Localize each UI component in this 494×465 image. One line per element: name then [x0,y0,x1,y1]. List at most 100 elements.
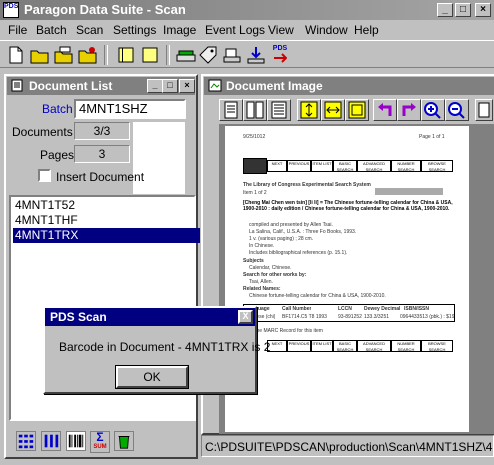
pane-minimize-button[interactable]: _ [147,79,163,93]
loc-logo [243,158,267,174]
pds-badge-arrow-icon [274,53,288,63]
batch-label: Batch [42,102,73,116]
text-view-icon[interactable] [267,99,291,121]
page-number: Page 1 of 1 [419,134,445,140]
app-titlebar: PDS Paragon Data Suite - Scan _ □ × [0,0,494,20]
record-title: [Cheng Mai Chen wen tsin] [li li] = The … [243,200,453,212]
nav-browse-search: BROWSE SEARCH [421,340,453,352]
menu-bar: File Batch Scan Settings Image Event Log… [0,20,494,40]
pds-scan-dialog: PDS Scan X Barcode in Document - 4MNT1TR… [43,306,270,394]
search-other-value: Tsai, Allen. [249,279,273,285]
record-line-1: compiled and presented by Allen Tsai. [249,222,333,228]
single-page-view-icon[interactable] [219,99,243,121]
grey-button [375,188,443,195]
document-image-icon [208,79,222,92]
recycle-bin-icon[interactable] [114,431,134,451]
fit-width-icon[interactable] [321,99,345,121]
insert-document-checkbox[interactable] [38,169,51,182]
yellow-page-icon[interactable] [116,45,136,65]
menu-batch[interactable]: Batch [36,23,67,37]
blank-page-icon[interactable] [140,45,160,65]
record-line-2: La Salina, Calif., U.S.A. : Three Fo Boo… [249,229,357,235]
document-list-pane: Document List _ □ × Batch 4MNT1SHZ Docum… [4,74,200,459]
new-document-icon[interactable] [6,45,26,65]
columns-view-icon[interactable] [41,431,61,451]
main-toolbar: PDS [0,40,494,68]
menu-event-logs[interactable]: Event Logs [205,23,265,37]
table-header-dewey: Dewey Decimal [364,306,401,312]
pane-maximize-button[interactable]: □ [162,79,178,93]
status-bar: C:\PDSUITE\PDSCAN\production\Scan\4MNT1S… [201,435,494,457]
maximize-button[interactable]: □ [455,3,471,17]
documents-count: 3/3 [74,122,130,140]
related-label: Related Names: [243,286,281,292]
nav-previous: PREVIOUS [287,340,311,352]
dialog-close-button[interactable]: X [238,310,253,324]
actual-size-icon[interactable] [345,99,369,121]
nav-basic-search: BASIC SEARCH [333,340,357,352]
table-header-isbn: ISBN/ISSN [404,306,430,312]
menu-image[interactable]: Image [163,23,196,37]
scanner-icon[interactable] [176,45,196,65]
menu-help[interactable]: Help [354,23,379,37]
open-folder-icon[interactable] [30,45,50,65]
nav-item-list: ITEM LIST [311,160,333,172]
table-cell: BF1714.C5 T8 1993 [282,314,327,320]
nav-banner-top: NEXT PREVIOUS ITEM LIST BASIC SEARCH ADV… [243,158,455,174]
nav-previous: PREVIOUS [287,160,311,172]
scan-batch-icon[interactable] [222,45,242,65]
nav-number-search: NUMBER SEARCH [391,340,421,352]
barcode-icon[interactable] [66,431,86,451]
record-line-5: Includes bibliographical references (p. … [249,250,348,256]
nav-advanced-search: ADVANCED SEARCH [357,160,391,172]
fit-height-icon[interactable] [297,99,321,121]
document-image-titlebar: Document Image [204,77,494,95]
nav-basic-search: BASIC SEARCH [333,160,357,172]
scanned-page[interactable]: 9/25/1012 Page 1 of 1 NEXT PREVIOUS ITEM… [225,126,469,432]
dialog-titlebar: PDS Scan X [45,308,255,326]
open-scan-folder-icon[interactable] [78,45,98,65]
subjects-label: Subjects [243,258,264,264]
menu-view[interactable]: View [268,23,294,37]
close-button[interactable]: × [475,3,491,17]
menu-window[interactable]: Window [305,23,348,37]
sum-icon[interactable]: Σ SUM [90,431,110,453]
rotate-right-icon[interactable] [397,99,421,121]
pds-toolbar-icon[interactable]: PDS [270,44,290,66]
table-cell: 0964433513 (pbk.) : $19.95 [400,314,454,320]
table-cell: 133.3/3251 [364,314,390,320]
related-value: Chinese fortune-telling calendar for Chi… [249,293,386,299]
dialog-message: Barcode in Document - 4MNT1TRX is 2 [59,340,271,354]
record-line-3: 1 v. (various paging) ; 28 cm. [249,236,314,242]
rotate-left-icon[interactable] [373,99,397,121]
pane-close-button[interactable]: × [179,79,195,93]
documents-label: Documents [12,125,73,139]
item-count: Item 1 of 2 [243,190,267,196]
zoom-in-icon[interactable] [421,99,445,121]
ok-button[interactable]: OK [115,365,189,389]
app-title: Paragon Data Suite - Scan [24,2,186,17]
nav-next: NEXT [267,160,287,172]
minimize-button[interactable]: _ [437,3,453,17]
tag-icon[interactable] [198,45,218,65]
nav-browse-search: BROWSE SEARCH [421,160,453,172]
open-batch-icon[interactable] [54,45,74,65]
list-item-selected[interactable]: 4MNT1TRX [13,228,200,243]
pages-label: Pages [40,148,75,162]
menu-settings[interactable]: Settings [113,23,156,37]
menu-file[interactable]: File [8,23,27,37]
toolbar-separator [166,45,170,65]
table-header-lccn: LCCN [338,306,352,312]
list-item[interactable]: 4MNT1THF [13,213,200,228]
grid-view-icon[interactable] [16,431,36,451]
zoom-out-icon[interactable] [445,99,469,121]
export-icon[interactable] [246,45,266,65]
thumbnail-view-icon[interactable] [243,99,267,121]
dialog-title: PDS Scan [50,310,107,324]
more-tools-icon[interactable] [475,99,493,121]
table-header-call-number: Call Number [282,306,312,312]
list-item[interactable]: 4MNT1T52 [13,198,200,213]
batch-field[interactable]: 4MNT1SHZ [74,99,186,119]
menu-scan[interactable]: Scan [76,23,103,37]
toolbar-separator [104,45,108,65]
